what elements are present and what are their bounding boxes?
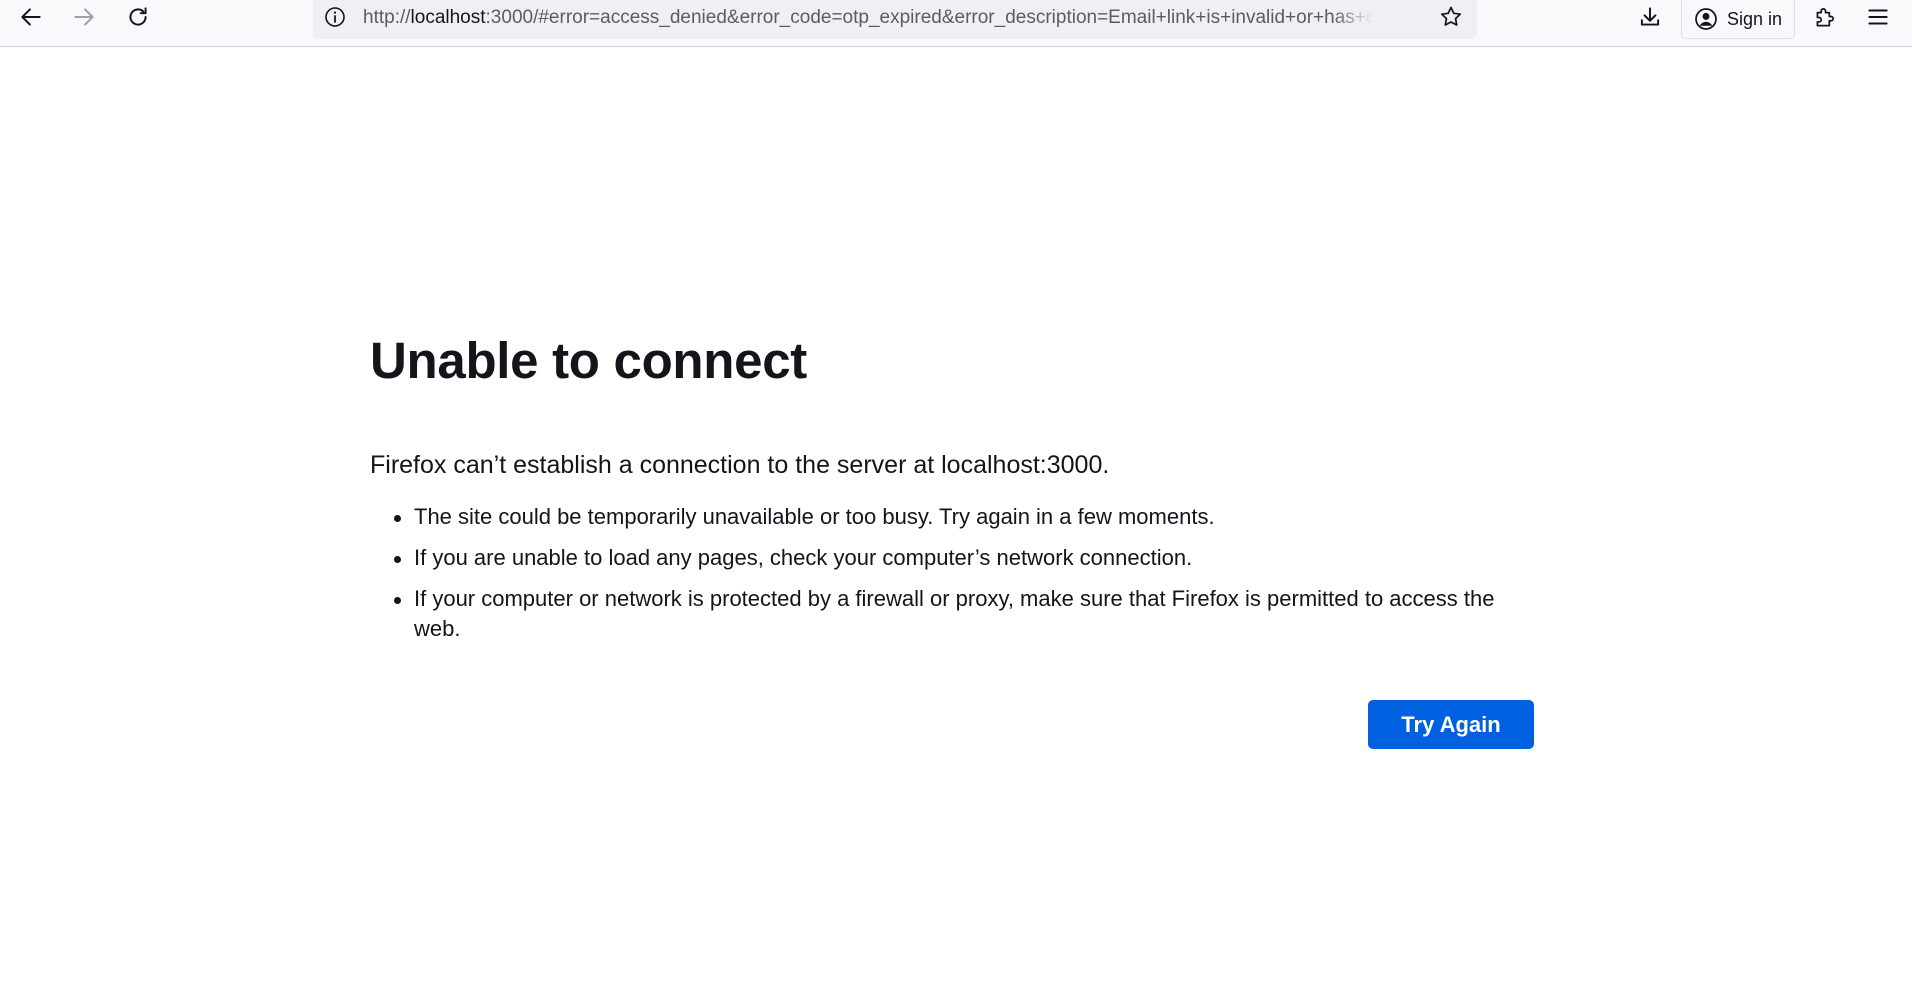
- forward-button[interactable]: [62, 0, 106, 34]
- error-page: Unable to connect Firefox can’t establis…: [370, 320, 1534, 749]
- suggestion-list: The site could be temporarily unavailabl…: [370, 502, 1534, 644]
- site-info-button[interactable]: [321, 3, 349, 31]
- browser-toolbar: http://localhost:3000/#error=access_deni…: [0, 0, 1912, 47]
- page-title: Unable to connect: [370, 332, 807, 389]
- url-bar[interactable]: http://localhost:3000/#error=access_deni…: [313, 0, 1477, 39]
- list-item: If you are unable to load any pages, che…: [394, 543, 1534, 573]
- url-host: localhost: [410, 7, 486, 28]
- reload-button[interactable]: [116, 0, 160, 34]
- account-icon: [1695, 8, 1717, 30]
- error-description: Firefox can’t establish a connection to …: [370, 451, 1110, 479]
- forward-arrow-icon: [74, 8, 94, 26]
- hamburger-menu-icon: [1868, 9, 1888, 25]
- list-item: If your computer or network is protected…: [394, 584, 1534, 644]
- reload-icon: [129, 7, 147, 26]
- star-icon: [1440, 6, 1462, 26]
- sign-in-label: Sign in: [1727, 8, 1783, 29]
- back-arrow-icon: [21, 8, 41, 26]
- list-item: The site could be temporarily unavailabl…: [394, 502, 1534, 532]
- sign-in-button[interactable]: Sign in: [1681, 0, 1795, 39]
- url-text[interactable]: http://localhost:3000/#error=access_deni…: [363, 6, 1373, 30]
- extensions-button[interactable]: [1803, 0, 1847, 34]
- back-button[interactable]: [9, 0, 53, 34]
- bookmark-button[interactable]: [1435, 2, 1467, 32]
- try-again-button[interactable]: Try Again: [1368, 700, 1534, 749]
- info-icon: [325, 7, 345, 27]
- app-menu-button[interactable]: [1856, 0, 1900, 34]
- url-scheme: http://: [363, 7, 411, 28]
- downloads-button[interactable]: [1628, 0, 1672, 34]
- url-path: :3000/#error=access_denied&error_code=ot…: [485, 7, 1373, 28]
- download-icon: [1640, 7, 1660, 26]
- puzzle-icon: [1816, 8, 1834, 27]
